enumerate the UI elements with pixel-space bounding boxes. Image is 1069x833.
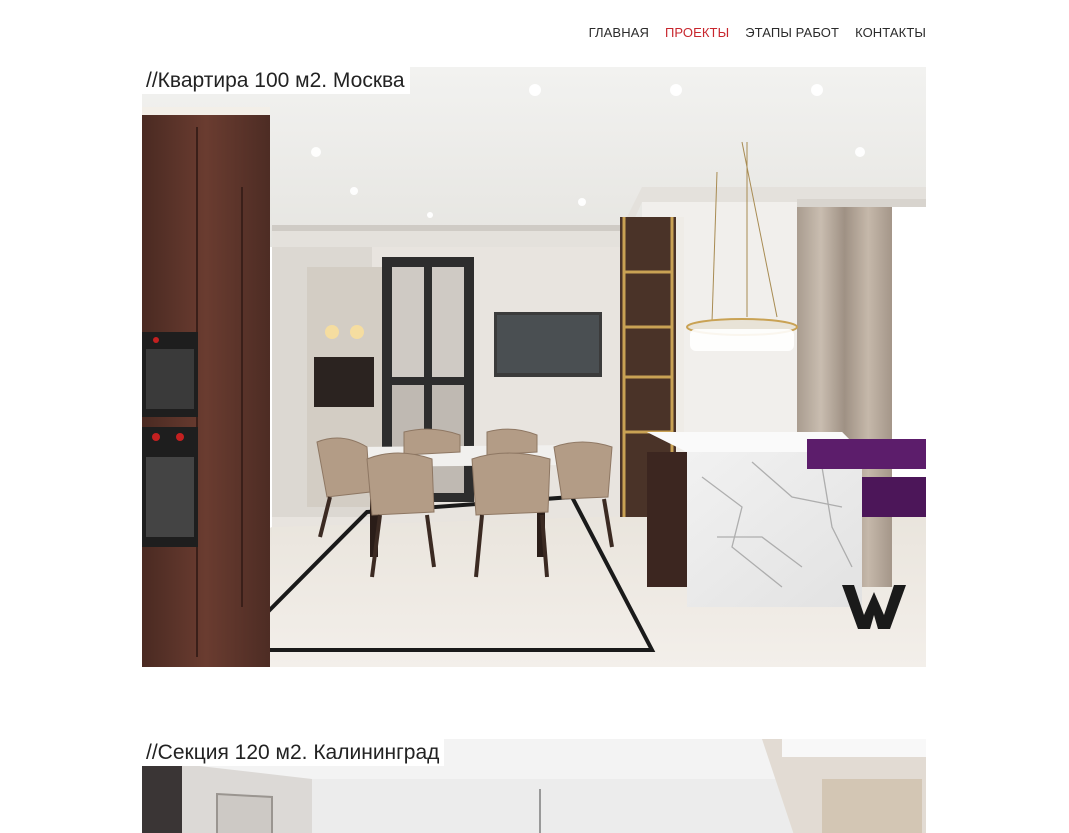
page: ГЛАВНАЯ ПРОЕКТЫ ЭТАПЫ РАБОТ КОНТАКТЫ //К… xyxy=(0,0,1069,833)
main-nav: ГЛАВНАЯ ПРОЕКТЫ ЭТАПЫ РАБОТ КОНТАКТЫ xyxy=(589,25,926,40)
project-title[interactable]: //Секция 120 м2. Калининград xyxy=(142,739,445,766)
nav-item-contacts[interactable]: КОНТАКТЫ xyxy=(855,25,926,40)
project-title[interactable]: //Квартира 100 м2. Москва xyxy=(142,67,410,94)
nav-item-stages[interactable]: ЭТАПЫ РАБОТ xyxy=(745,25,839,40)
project-photo-kitchen[interactable] xyxy=(142,67,926,667)
nav-item-home[interactable]: ГЛАВНАЯ xyxy=(589,25,649,40)
project-card-kaliningrad[interactable]: //Секция 120 м2. Калининград xyxy=(142,739,926,833)
project-card-moscow[interactable]: //Квартира 100 м2. Москва xyxy=(142,67,926,667)
nav-item-projects[interactable]: ПРОЕКТЫ xyxy=(665,25,729,40)
